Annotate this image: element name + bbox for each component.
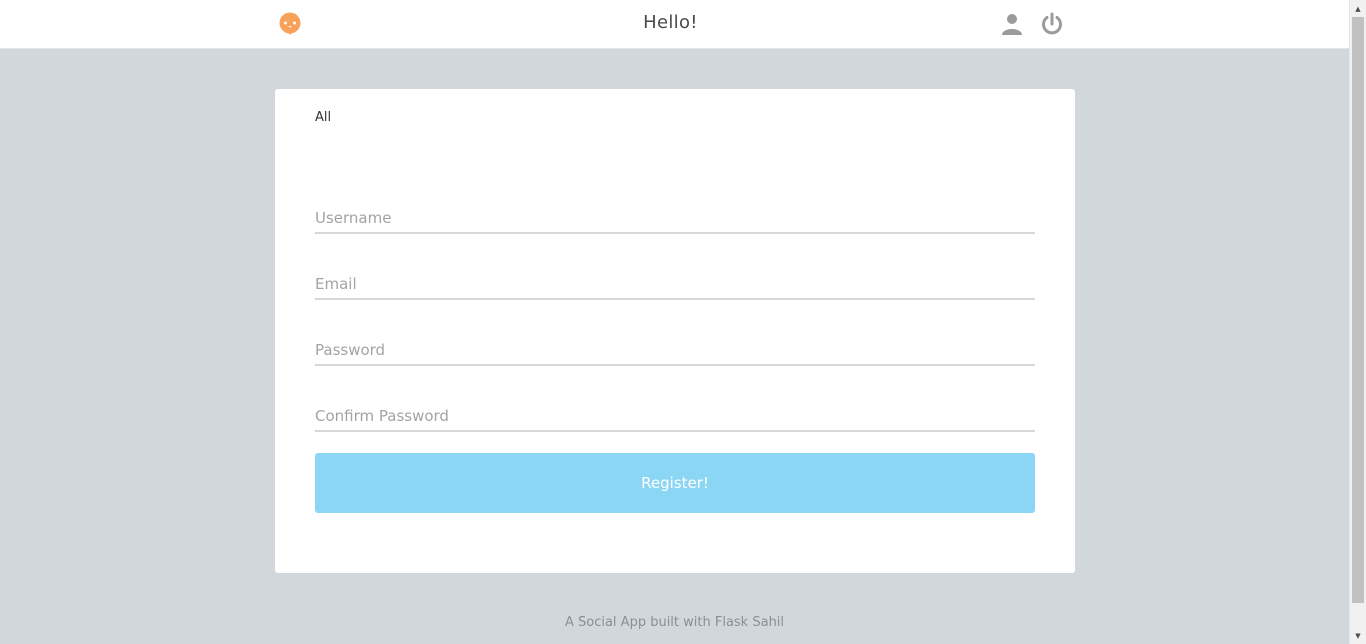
user-icon[interactable] bbox=[1000, 12, 1024, 36]
scroll-down-arrow-icon[interactable]: ▼ bbox=[1350, 627, 1366, 644]
scroll-up-arrow-icon[interactable]: ▲ bbox=[1350, 0, 1366, 17]
email-input[interactable] bbox=[315, 270, 1035, 300]
footer-text: A Social App built with Flask Sahil bbox=[564, 615, 785, 630]
register-card: All Register! bbox=[275, 89, 1075, 573]
password-input[interactable] bbox=[315, 336, 1035, 366]
register-button[interactable]: Register! bbox=[315, 453, 1035, 513]
scrollbar-thumb[interactable] bbox=[1352, 17, 1364, 603]
page-title: Hello! bbox=[643, 12, 698, 33]
confirm-password-input[interactable] bbox=[315, 402, 1035, 432]
top-navbar: Hello! bbox=[0, 0, 1349, 49]
username-input[interactable] bbox=[315, 204, 1035, 234]
power-icon[interactable] bbox=[1040, 12, 1064, 36]
page: Hello! All Register! A Social App built … bbox=[0, 0, 1366, 644]
vertical-scrollbar[interactable]: ▲ ▼ bbox=[1349, 0, 1366, 644]
tab-all[interactable]: All bbox=[315, 110, 331, 125]
